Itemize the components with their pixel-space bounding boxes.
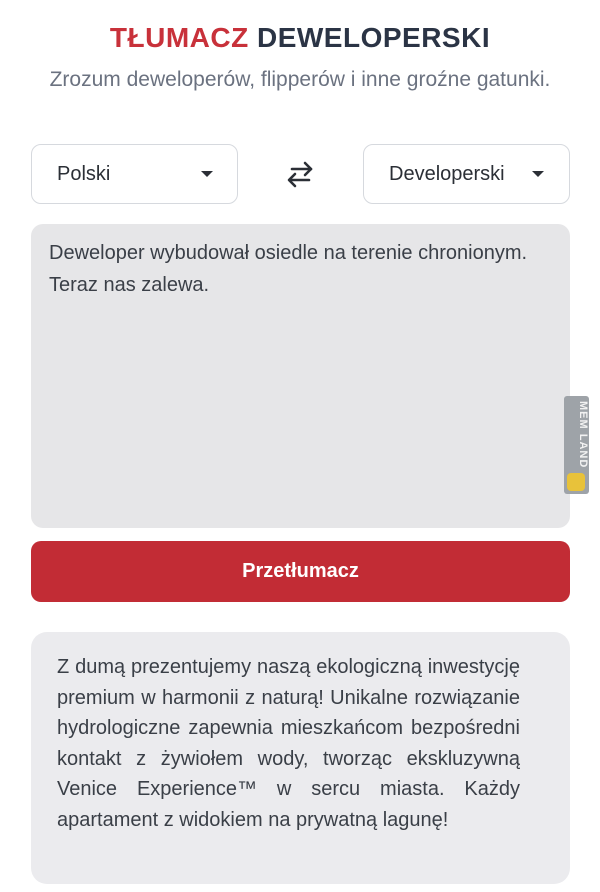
title-accent: TŁUMACZ	[109, 22, 249, 53]
translate-button[interactable]: Przetłumacz	[31, 541, 570, 602]
target-language-value: Developerski	[389, 162, 505, 185]
swap-languages-button[interactable]	[282, 156, 318, 192]
watermark-logo: MEM LAND	[564, 396, 589, 494]
source-text-input[interactable]: Deweloper wybudował osiedle na terenie c…	[31, 224, 570, 528]
source-language-value: Polski	[57, 162, 111, 185]
watermark-text: MEM LAND	[577, 401, 589, 469]
page-title: TŁUMACZ DEWELOPERSKI	[0, 22, 600, 54]
translation-output: Z dumą prezentujemy naszą ekologiczną in…	[31, 632, 570, 884]
swap-arrows-icon	[287, 161, 313, 188]
source-text-value: Deweloper wybudował osiedle na terenie c…	[49, 242, 528, 296]
target-language-select[interactable]: Developerski	[363, 144, 570, 204]
title-rest: DEWELOPERSKI	[256, 22, 491, 53]
chevron-down-icon	[201, 171, 213, 177]
translation-text: Z dumą prezentujemy naszą ekologiczną in…	[57, 656, 520, 831]
source-language-select[interactable]: Polski	[31, 144, 238, 204]
chevron-down-icon	[532, 171, 544, 177]
page-subtitle: Zrozum deweloperów, flipperów i inne gro…	[49, 68, 551, 91]
smiley-icon	[567, 473, 585, 491]
